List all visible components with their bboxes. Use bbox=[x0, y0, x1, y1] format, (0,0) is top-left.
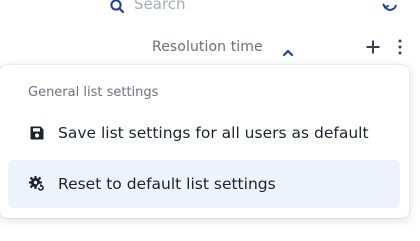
column-header-row: Resolution time bbox=[0, 34, 420, 60]
search-bar[interactable]: Search bbox=[0, 0, 420, 14]
kebab-menu-icon bbox=[398, 39, 402, 55]
search-input[interactable]: Search bbox=[134, 0, 186, 13]
refresh-icon[interactable] bbox=[381, 0, 399, 14]
search-icon bbox=[110, 0, 125, 14]
gear-reset-icon bbox=[28, 175, 46, 193]
plus-icon bbox=[366, 40, 380, 54]
list-settings-menu: General list settings Save list settings… bbox=[0, 65, 409, 218]
add-column-button[interactable] bbox=[362, 36, 384, 58]
reset-list-settings-label: Reset to default list settings bbox=[58, 175, 276, 193]
save-list-settings-button[interactable]: Save list settings for all users as defa… bbox=[8, 109, 400, 157]
column-header-resolution-time[interactable]: Resolution time bbox=[152, 39, 263, 55]
chevron-up-icon[interactable] bbox=[282, 43, 294, 57]
more-options-button[interactable] bbox=[393, 36, 407, 58]
list-view: Search Resolution time General list sett… bbox=[0, 0, 420, 241]
menu-section-title: General list settings bbox=[28, 85, 159, 100]
floppy-disk-icon bbox=[28, 124, 46, 142]
save-list-settings-label: Save list settings for all users as defa… bbox=[58, 124, 369, 142]
reset-list-settings-button[interactable]: Reset to default list settings bbox=[8, 160, 400, 208]
